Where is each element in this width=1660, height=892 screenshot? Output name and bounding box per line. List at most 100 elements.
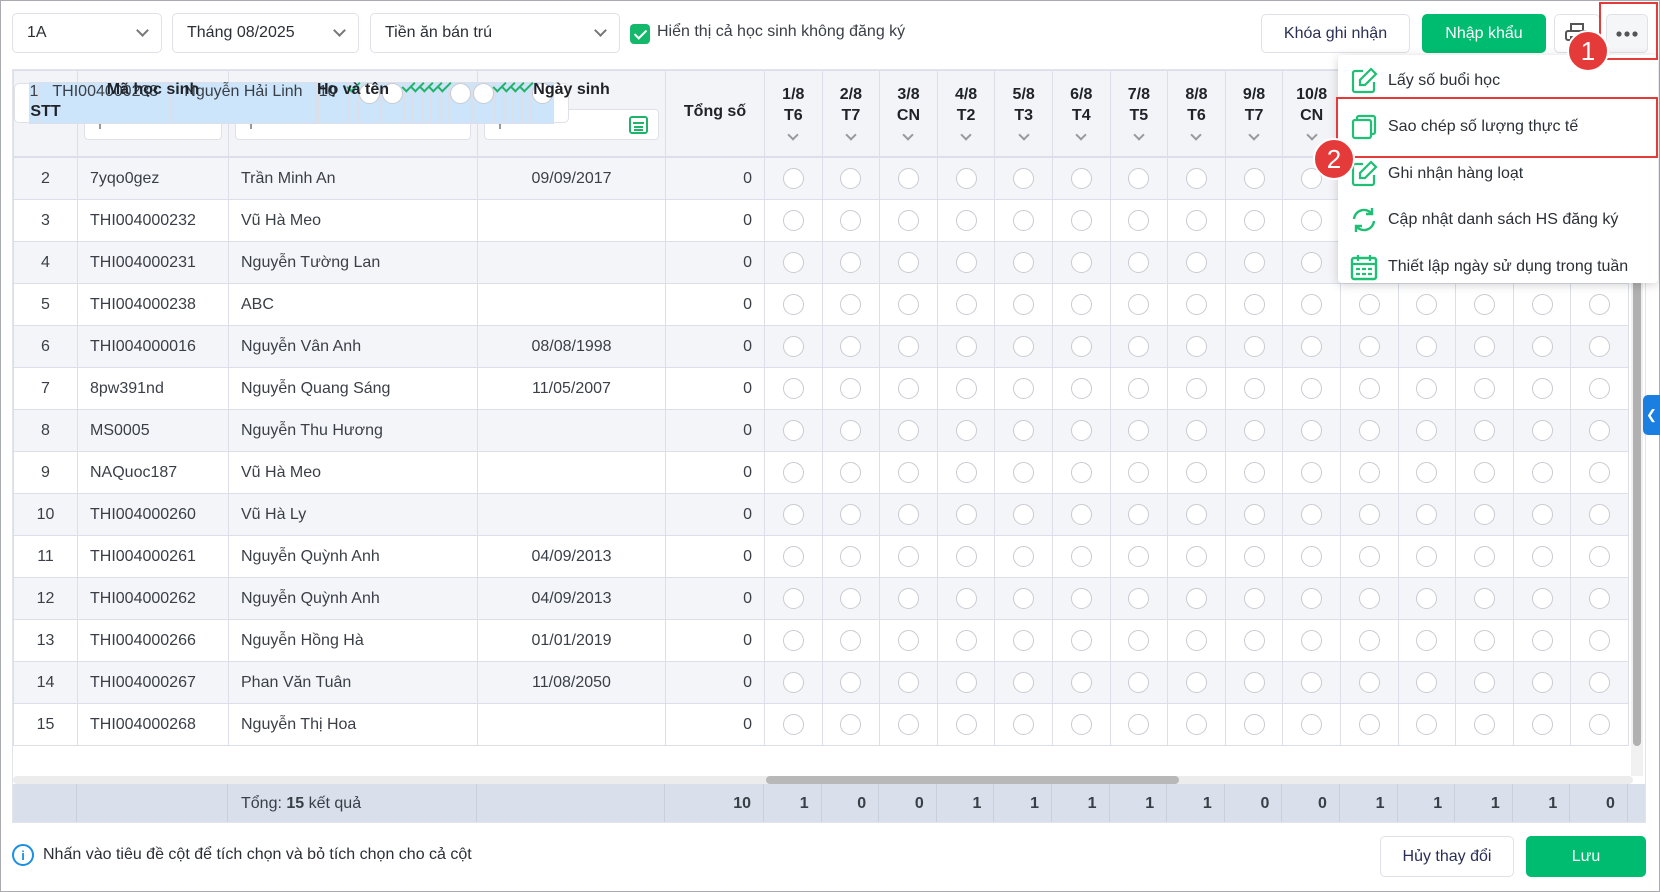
attendance-cell[interactable] bbox=[1339, 577, 1399, 620]
unchecked-circle[interactable] bbox=[1013, 714, 1035, 735]
unchecked-circle[interactable] bbox=[1185, 672, 1207, 693]
attendance-cell[interactable] bbox=[1512, 619, 1572, 662]
attendance-cell[interactable] bbox=[1167, 367, 1226, 410]
attendance-cell[interactable] bbox=[994, 619, 1053, 662]
unchecked-circle[interactable] bbox=[1013, 294, 1035, 315]
unchecked-circle[interactable] bbox=[1531, 294, 1553, 315]
unchecked-circle[interactable] bbox=[840, 378, 862, 399]
unchecked-circle[interactable] bbox=[1301, 336, 1323, 357]
unchecked-circle[interactable] bbox=[1070, 168, 1092, 189]
attendance-cell[interactable] bbox=[764, 325, 823, 368]
unchecked-circle[interactable] bbox=[1070, 252, 1092, 273]
unchecked-circle[interactable] bbox=[1070, 420, 1092, 441]
unchecked-circle[interactable] bbox=[1589, 294, 1611, 315]
unchecked-circle[interactable] bbox=[1589, 588, 1611, 609]
unchecked-circle[interactable] bbox=[1531, 588, 1553, 609]
unchecked-circle[interactable] bbox=[1070, 462, 1092, 483]
unchecked-circle[interactable] bbox=[782, 714, 804, 735]
attendance-cell[interactable] bbox=[879, 535, 938, 578]
header-day-2[interactable]: 2/8 T7 bbox=[821, 70, 881, 157]
attendance-cell[interactable] bbox=[1455, 577, 1514, 620]
cancel-changes-button[interactable]: Hủy thay đổi bbox=[1380, 836, 1514, 877]
unchecked-circle[interactable] bbox=[782, 168, 804, 189]
attendance-cell[interactable] bbox=[764, 241, 823, 284]
attendance-cell[interactable] bbox=[1109, 325, 1169, 368]
unchecked-circle[interactable] bbox=[840, 168, 862, 189]
unchecked-circle[interactable] bbox=[897, 546, 919, 567]
unchecked-circle[interactable] bbox=[897, 588, 919, 609]
header-total[interactable]: Tổng số bbox=[665, 70, 765, 157]
attendance-cell[interactable] bbox=[1455, 325, 1514, 368]
unchecked-circle[interactable] bbox=[1243, 714, 1265, 735]
unchecked-circle[interactable] bbox=[1531, 462, 1553, 483]
unchecked-circle[interactable] bbox=[782, 504, 804, 525]
unchecked-circle[interactable] bbox=[1013, 378, 1035, 399]
attendance-cell[interactable] bbox=[1282, 325, 1341, 368]
attendance-cell[interactable] bbox=[1224, 409, 1284, 452]
unchecked-circle[interactable] bbox=[1013, 504, 1035, 525]
unchecked-circle[interactable] bbox=[1416, 420, 1438, 441]
unchecked-circle[interactable] bbox=[1358, 504, 1380, 525]
attendance-cell[interactable] bbox=[821, 241, 881, 284]
attendance-cell[interactable] bbox=[1282, 619, 1341, 662]
unchecked-circle[interactable] bbox=[955, 168, 977, 189]
attendance-cell[interactable] bbox=[1051, 157, 1111, 200]
attendance-cell[interactable] bbox=[1167, 451, 1226, 494]
attendance-cell[interactable] bbox=[1570, 703, 1629, 746]
attendance-cell[interactable] bbox=[879, 241, 938, 284]
unchecked-circle[interactable] bbox=[1473, 588, 1495, 609]
unchecked-circle[interactable] bbox=[1013, 336, 1035, 357]
attendance-cell[interactable] bbox=[936, 409, 996, 452]
unchecked-circle[interactable] bbox=[782, 378, 804, 399]
attendance-cell[interactable] bbox=[1109, 283, 1169, 326]
attendance-cell[interactable] bbox=[1282, 199, 1341, 242]
attendance-cell[interactable] bbox=[1224, 325, 1284, 368]
unchecked-circle[interactable] bbox=[1531, 630, 1553, 651]
attendance-cell[interactable] bbox=[1167, 283, 1226, 326]
unchecked-circle[interactable] bbox=[1473, 420, 1495, 441]
unchecked-circle[interactable] bbox=[1128, 504, 1150, 525]
unchecked-circle[interactable] bbox=[1185, 546, 1207, 567]
unchecked-circle[interactable] bbox=[840, 462, 862, 483]
unchecked-circle[interactable] bbox=[1473, 630, 1495, 651]
attendance-cell[interactable] bbox=[1512, 325, 1572, 368]
unchecked-circle[interactable] bbox=[1128, 588, 1150, 609]
lock-record-button[interactable]: Khóa ghi nhận bbox=[1261, 14, 1410, 53]
unchecked-circle[interactable] bbox=[1243, 210, 1265, 231]
unchecked-circle[interactable] bbox=[955, 504, 977, 525]
unchecked-circle[interactable] bbox=[1416, 462, 1438, 483]
attendance-cell[interactable] bbox=[821, 283, 881, 326]
unchecked-circle[interactable] bbox=[1128, 420, 1150, 441]
menu-item-update-registered[interactable]: Cập nhật danh sách HS đăng ký bbox=[1338, 197, 1658, 243]
unchecked-circle[interactable] bbox=[1070, 210, 1092, 231]
attendance-cell[interactable] bbox=[764, 409, 823, 452]
unchecked-circle[interactable] bbox=[955, 546, 977, 567]
attendance-cell[interactable] bbox=[764, 451, 823, 494]
attendance-cell[interactable] bbox=[994, 367, 1053, 410]
unchecked-circle[interactable] bbox=[1185, 504, 1207, 525]
unchecked-circle[interactable] bbox=[1301, 504, 1323, 525]
unchecked-circle[interactable] bbox=[1589, 336, 1611, 357]
attendance-cell[interactable] bbox=[1224, 241, 1284, 284]
attendance-cell[interactable] bbox=[879, 199, 938, 242]
header-day-4[interactable]: 4/8 T2 bbox=[936, 70, 996, 157]
attendance-cell[interactable] bbox=[879, 157, 938, 200]
attendance-cell[interactable] bbox=[821, 493, 881, 536]
unchecked-circle[interactable] bbox=[1416, 630, 1438, 651]
unchecked-circle[interactable] bbox=[897, 462, 919, 483]
unchecked-circle[interactable] bbox=[1243, 420, 1265, 441]
unchecked-circle[interactable] bbox=[1243, 630, 1265, 651]
unchecked-circle[interactable] bbox=[1243, 294, 1265, 315]
attendance-cell[interactable] bbox=[1224, 283, 1284, 326]
unchecked-circle[interactable] bbox=[1358, 336, 1380, 357]
unchecked-circle[interactable] bbox=[1070, 630, 1092, 651]
attendance-cell[interactable] bbox=[1167, 493, 1226, 536]
unchecked-circle[interactable] bbox=[1070, 546, 1092, 567]
table-row[interactable]: 13 THI004000266 Nguyễn Hồng Hà 01/01/2019 0 bbox=[13, 619, 1629, 662]
unchecked-circle[interactable] bbox=[1013, 588, 1035, 609]
attendance-cell[interactable] bbox=[1051, 577, 1111, 620]
attendance-cell[interactable] bbox=[879, 577, 938, 620]
unchecked-circle[interactable] bbox=[1185, 378, 1207, 399]
unchecked-circle[interactable] bbox=[1473, 672, 1495, 693]
attendance-cell[interactable] bbox=[1455, 661, 1514, 704]
